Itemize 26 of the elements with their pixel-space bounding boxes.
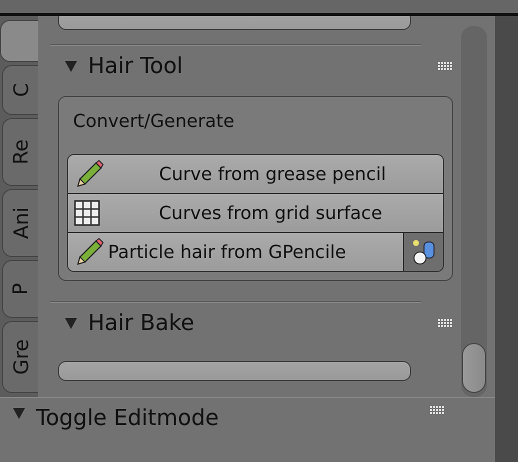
drag-handle-icon[interactable] (437, 62, 453, 70)
pencil-icon (74, 159, 104, 189)
side-tab[interactable]: Re (2, 118, 38, 186)
operator-button[interactable]: Particle hair from GPencile (68, 233, 403, 271)
operator-button[interactable] (58, 361, 411, 381)
drag-handle-icon[interactable] (437, 319, 453, 327)
side-tab[interactable]: P (2, 260, 38, 318)
operator-button[interactable]: Curve from grease pencil (68, 155, 443, 193)
particle-button[interactable] (403, 233, 443, 271)
grid-icon (74, 200, 100, 226)
collapse-icon[interactable] (64, 59, 78, 73)
pencil-icon (74, 237, 104, 267)
side-tab[interactable] (0, 20, 38, 62)
side-tab[interactable]: C (2, 65, 38, 115)
operator-button[interactable]: Curves from grid surface (68, 194, 443, 232)
scrollbar-thumb[interactable] (462, 343, 486, 393)
panel-header[interactable]: Hair Bake (50, 303, 461, 343)
collapse-icon[interactable] (12, 406, 26, 420)
scrollbar-track[interactable] (461, 26, 487, 397)
drag-handle-icon[interactable] (429, 406, 445, 414)
operator-button[interactable] (58, 16, 411, 30)
box-label: Convert/Generate (73, 111, 236, 132)
side-tab[interactable]: Gre (2, 321, 38, 393)
side-tab[interactable]: Ani (2, 189, 38, 257)
collapse-icon[interactable] (64, 316, 78, 330)
panel-header[interactable]: Hair Tool (50, 46, 461, 86)
